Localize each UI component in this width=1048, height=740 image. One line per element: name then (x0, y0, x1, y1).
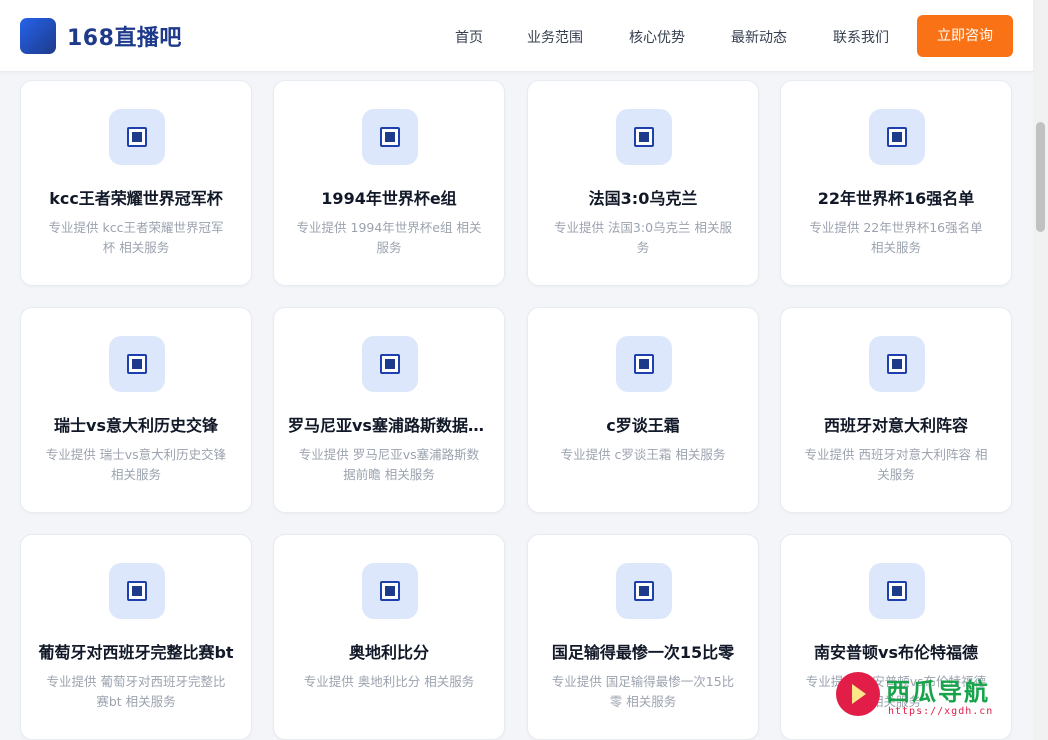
service-card[interactable]: 国足输得最惨一次15比零 专业提供 国足输得最惨一次15比零 相关服务 (527, 534, 759, 740)
square-dot-icon (109, 109, 165, 165)
card-title: 南安普顿vs布伦特福德 (814, 643, 978, 662)
card-title: 22年世界杯16强名单 (817, 189, 975, 208)
scrollbar-thumb[interactable] (1036, 122, 1045, 232)
consult-now-button[interactable]: 立即咨询 (917, 15, 1013, 57)
card-description: 专业提供 法国3:0乌克兰 相关服务 (553, 220, 733, 255)
service-card[interactable]: 22年世界杯16强名单 专业提供 22年世界杯16强名单 相关服务 (780, 80, 1012, 286)
service-card[interactable]: 奥地利比分 专业提供 奥地利比分 相关服务 (273, 534, 505, 740)
square-dot-icon (362, 563, 418, 619)
card-description: 专业提供 国足输得最惨一次15比零 相关服务 (551, 674, 735, 709)
square-dot-icon (869, 109, 925, 165)
service-card[interactable]: 法国3:0乌克兰 专业提供 法国3:0乌克兰 相关服务 (527, 80, 759, 286)
card-description: 专业提供 c罗谈王霜 相关服务 (560, 447, 726, 462)
card-title: 葡萄牙对西班牙完整比赛bt (38, 643, 234, 662)
nav-latest-news[interactable]: 最新动态 (731, 27, 787, 47)
square-dot-icon (616, 109, 672, 165)
watermark-url: https://xgdh.cn (888, 706, 994, 717)
square-dot-icon (869, 336, 925, 392)
logo-icon[interactable] (20, 18, 56, 54)
card-title: 1994年世界杯e组 (321, 189, 457, 208)
square-dot-icon (109, 563, 165, 619)
scrollbar-track[interactable] (1033, 0, 1048, 740)
card-description: 专业提供 1994年世界杯e组 相关服务 (296, 220, 482, 255)
service-card[interactable]: 葡萄牙对西班牙完整比赛bt 专业提供 葡萄牙对西班牙完整比赛bt 相关服务 (20, 534, 252, 740)
card-description: 专业提供 罗马尼亚vs塞浦路斯数据前瞻 相关服务 (298, 447, 480, 482)
square-dot-icon (869, 563, 925, 619)
card-title: 西班牙对意大利阵容 (823, 416, 968, 435)
service-card[interactable]: 瑞士vs意大利历史交锋 专业提供 瑞士vs意大利历史交锋 相关服务 (20, 307, 252, 513)
watermark: 西瓜导航 https://xgdh.cn (836, 668, 1032, 720)
square-dot-icon (109, 336, 165, 392)
square-dot-icon (362, 336, 418, 392)
square-dot-icon (616, 336, 672, 392)
nav-business-scope[interactable]: 业务范围 (527, 27, 583, 47)
service-card[interactable]: 罗马尼亚vs塞浦路斯数据前瞻 专业提供 罗马尼亚vs塞浦路斯数据前瞻 相关服务 (273, 307, 505, 513)
site-logo-text[interactable]: 168直播吧 (67, 20, 182, 52)
card-description: 专业提供 22年世界杯16强名单 相关服务 (809, 220, 983, 255)
card-description: 专业提供 kcc王者荣耀世界冠军杯 相关服务 (48, 220, 224, 255)
square-dot-icon (362, 109, 418, 165)
site-header: 168直播吧 首页 业务范围 核心优势 最新动态 联系我们 立即咨询 (0, 0, 1033, 72)
card-title: 法国3:0乌克兰 (588, 189, 698, 208)
card-description: 专业提供 西班牙对意大利阵容 相关服务 (804, 447, 988, 482)
card-title: 瑞士vs意大利历史交锋 (54, 416, 218, 435)
card-description: 专业提供 葡萄牙对西班牙完整比赛bt 相关服务 (46, 674, 226, 709)
service-card[interactable]: 西班牙对意大利阵容 专业提供 西班牙对意大利阵容 相关服务 (780, 307, 1012, 513)
nav-contact-us[interactable]: 联系我们 (833, 27, 889, 47)
card-title: kcc王者荣耀世界冠军杯 (49, 189, 223, 208)
card-description: 专业提供 瑞士vs意大利历史交锋 相关服务 (45, 447, 227, 482)
nav-core-advantages[interactable]: 核心优势 (629, 27, 685, 47)
card-description: 专业提供 奥地利比分 相关服务 (303, 674, 475, 689)
card-title: c罗谈王霜 (606, 416, 680, 435)
service-card[interactable]: c罗谈王霜 专业提供 c罗谈王霜 相关服务 (527, 307, 759, 513)
service-card[interactable]: kcc王者荣耀世界冠军杯 专业提供 kcc王者荣耀世界冠军杯 相关服务 (20, 80, 252, 286)
card-title: 奥地利比分 (348, 643, 429, 662)
watermelon-logo-icon (836, 672, 880, 716)
nav-home[interactable]: 首页 (455, 27, 483, 47)
card-title: 国足输得最惨一次15比零 (551, 643, 735, 662)
service-card[interactable]: 1994年世界杯e组 专业提供 1994年世界杯e组 相关服务 (273, 80, 505, 286)
watermark-name: 西瓜导航 (886, 678, 990, 706)
card-title: 罗马尼亚vs塞浦路斯数据前瞻 (288, 416, 490, 435)
square-dot-icon (616, 563, 672, 619)
